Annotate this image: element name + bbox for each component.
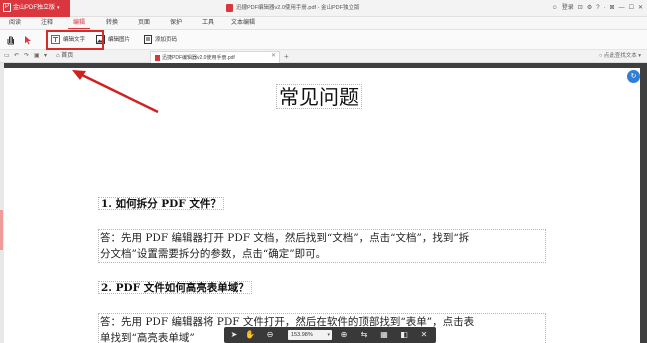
chevron-down-icon: ▾ <box>327 332 330 338</box>
arrow-shaft <box>81 73 159 114</box>
red-arrow-annotation <box>72 70 159 114</box>
fit-page-icon[interactable]: ▦ <box>378 329 390 341</box>
close-icon[interactable]: ✕ <box>418 329 430 341</box>
fit-width-icon[interactable]: ⇆ <box>358 329 370 341</box>
zoom-level-value: 153.98% <box>291 332 313 338</box>
single-page-icon[interactable]: ◧ <box>398 329 410 341</box>
hand-icon[interactable]: ✋ <box>244 329 256 341</box>
zoom-out-icon[interactable]: ⊖ <box>264 329 276 341</box>
cursor-icon[interactable]: ➤ <box>228 329 240 341</box>
zoom-level-select[interactable]: 153.98% ▾ <box>288 330 332 340</box>
viewer-float-toolbar: ➤ ✋ ⊖ 153.98% ▾ ⊕ ⇆ ▦ ◧ ✕ <box>224 327 436 343</box>
zoom-in-icon[interactable]: ⊕ <box>338 329 350 341</box>
